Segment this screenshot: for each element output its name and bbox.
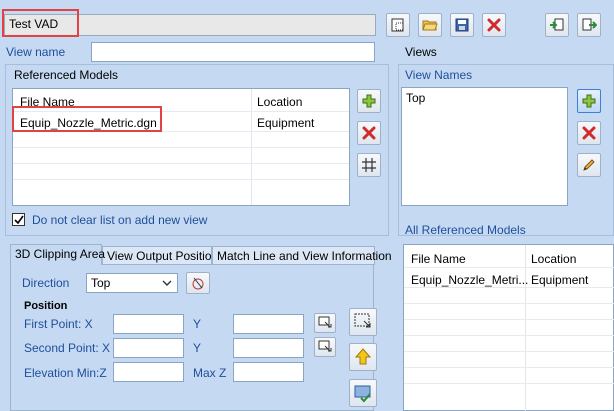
pick-point-icon [318, 316, 332, 328]
x-icon [487, 18, 501, 32]
new-file-button[interactable] [386, 13, 410, 37]
second-point-x-input[interactable] [113, 338, 184, 358]
save-disk-icon [455, 18, 469, 32]
pick-second-point-button[interactable] [314, 337, 336, 357]
table-row-location[interactable]: Equipment [531, 273, 588, 287]
x-icon [582, 126, 596, 140]
highlight-title [2, 9, 79, 37]
table-row-location[interactable]: Equipment [257, 116, 314, 130]
column-header-file-name[interactable]: File Name [411, 252, 466, 266]
edit-view-button[interactable] [577, 153, 601, 177]
open-folder-button[interactable] [418, 13, 442, 37]
add-reference-button[interactable] [357, 89, 381, 113]
pick-first-point-button[interactable] [314, 313, 336, 333]
move-up-button[interactable] [349, 343, 377, 371]
first-point-y-label: Y [193, 317, 202, 331]
export-button[interactable] [577, 13, 601, 37]
plus-icon [582, 94, 596, 108]
all-referenced-models-label: All Referenced Models [405, 223, 526, 237]
column-header-location[interactable]: Location [531, 252, 576, 266]
max-z-input[interactable] [233, 362, 304, 382]
first-point-x-input[interactable] [113, 314, 184, 334]
views-header: Views [405, 45, 437, 59]
table-row-file[interactable]: Equip_Nozzle_Metri... [411, 273, 528, 287]
export-icon [582, 18, 597, 31]
referenced-models-label: Referenced Models [14, 68, 119, 82]
add-view-button[interactable] [577, 89, 601, 113]
checkmark-icon [13, 215, 24, 224]
highlight-referenced-file [12, 106, 162, 132]
list-item[interactable]: Top [406, 91, 425, 105]
save-button[interactable] [450, 13, 474, 37]
grid-button[interactable] [357, 153, 381, 177]
direction-select[interactable]: Top [86, 273, 178, 293]
elevation-min-label: Elevation Min:Z [24, 366, 107, 380]
view-names-label: View Names [405, 68, 473, 82]
apply-view-icon [354, 385, 371, 403]
view-name-label: View name [6, 45, 66, 59]
pencil-icon [583, 159, 595, 171]
second-point-x-label: Second Point: X [24, 341, 111, 355]
do-not-clear-checkbox[interactable] [12, 213, 25, 226]
pick-point-icon [318, 340, 332, 352]
delete-button[interactable] [482, 13, 506, 37]
view-name-input[interactable] [91, 42, 375, 62]
second-point-y-input[interactable] [233, 338, 304, 358]
x-icon [362, 126, 376, 140]
direction-pick-button[interactable] [186, 272, 210, 294]
do-not-clear-label[interactable]: Do not clear list on add new view [32, 213, 207, 227]
arrow-up-icon [354, 348, 372, 365]
tab-3d-clipping-area[interactable]: 3D Clipping Area [10, 244, 105, 265]
view-pick-icon [192, 277, 204, 290]
first-point-y-input[interactable] [233, 314, 304, 334]
direction-value: Top [91, 276, 111, 290]
direction-label: Direction [22, 276, 70, 290]
new-file-icon [391, 18, 404, 32]
remove-reference-button[interactable] [357, 121, 381, 145]
select-area-button[interactable] [349, 308, 377, 336]
tab-view-output-position[interactable]: View Output Position [102, 246, 218, 265]
max-z-label: Max Z [193, 366, 227, 380]
import-icon [550, 18, 564, 31]
all-referenced-models-grid[interactable]: File Name Location Equip_Nozzle_Metri...… [403, 244, 614, 411]
tab-match-line[interactable]: Match Line and View Information [212, 246, 392, 265]
apply-view-button[interactable] [349, 379, 377, 407]
first-point-x-label: First Point: X [24, 317, 93, 331]
view-names-list[interactable]: Top [401, 87, 568, 206]
folder-open-icon [422, 20, 438, 31]
position-label: Position [24, 300, 68, 312]
select-area-icon [354, 313, 371, 328]
second-point-y-label: Y [193, 341, 202, 355]
column-header-location[interactable]: Location [257, 95, 302, 109]
plus-icon [362, 94, 376, 108]
chevron-down-icon [162, 280, 172, 286]
remove-view-button[interactable] [577, 121, 601, 145]
grid-icon [362, 158, 376, 172]
import-button[interactable] [545, 13, 569, 37]
elevation-min-input[interactable] [113, 362, 184, 382]
